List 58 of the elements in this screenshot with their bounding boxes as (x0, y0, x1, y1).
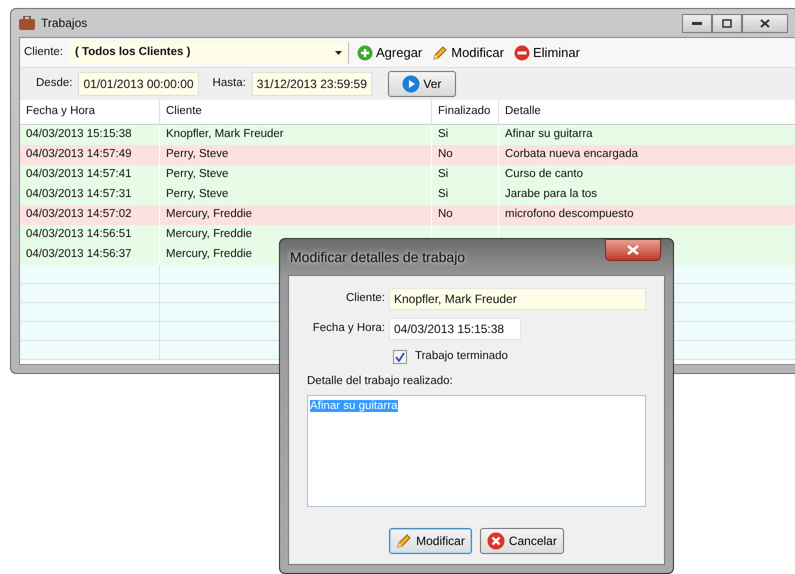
table-cell: Afinar su guitarra (499, 125, 795, 145)
delete-button[interactable]: Eliminar (512, 42, 582, 62)
table-cell: Perry, Steve (160, 185, 432, 205)
pencil-icon (432, 44, 448, 60)
close-button[interactable] (742, 14, 788, 32)
from-label: Desde: (36, 76, 72, 92)
table-cell: Mercury, Freddie (160, 205, 432, 225)
table-cell: Si (432, 185, 499, 205)
add-button[interactable]: Agregar (355, 42, 424, 62)
client-label: Cliente: (345, 291, 386, 306)
briefcase-icon (19, 16, 35, 30)
detail-label: Detalle del trabajo realizado: (307, 374, 454, 390)
maximize-icon (722, 18, 732, 28)
close-icon (760, 18, 770, 28)
minimize-icon (692, 22, 702, 24)
modify-button[interactable]: Modificar (389, 528, 472, 554)
table-cell: Perry, Steve (160, 145, 432, 165)
client-field[interactable]: Knopfler, Mark Freuder (389, 288, 646, 310)
table-cell: No (432, 145, 499, 165)
table-cell: Si (432, 165, 499, 185)
table-cell: Jarabe para la tos (499, 185, 795, 205)
to-date-field[interactable]: 31/12/2013 23:59:59 (252, 72, 372, 96)
date-field[interactable]: 04/03/2013 15:15:38 (389, 318, 521, 340)
minus-icon (514, 44, 530, 60)
add-icon (357, 44, 373, 60)
date-label: Fecha y Hora: (312, 321, 386, 336)
dropdown-caret-icon (335, 50, 342, 54)
close-button[interactable] (605, 239, 661, 261)
client-label: Cliente: (24, 44, 63, 60)
table-cell: 04/03/2013 15:15:38 (20, 125, 160, 145)
edit-button[interactable]: Modificar (430, 42, 506, 62)
table-cell: 04/03/2013 14:57:49 (20, 145, 160, 165)
play-icon (402, 75, 420, 93)
checkbox-label: Trabajo terminado (415, 349, 508, 364)
table-cell: 04/03/2013 14:56:51 (20, 225, 160, 245)
table-cell: Knopfler, Mark Freuder (160, 125, 432, 145)
from-date-field[interactable]: 01/01/2013 00:00:00 (78, 72, 199, 96)
table-cell: 04/03/2013 14:57:41 (20, 165, 160, 185)
minimize-button[interactable] (682, 14, 712, 32)
table-cell: No (432, 205, 499, 225)
to-label: Hasta: (212, 76, 246, 92)
cancel-button[interactable]: Cancelar (480, 528, 564, 554)
client-dropdown[interactable]: ( Todos los Clientes ) (69, 42, 349, 64)
pencil-icon (396, 533, 412, 549)
table-cell: 04/03/2013 14:57:31 (20, 185, 160, 205)
view-button[interactable]: Ver (388, 71, 456, 97)
window-title: Trabajos (41, 15, 88, 32)
table-cell: microfono descompuesto (499, 205, 795, 225)
table-cell: Perry, Steve (160, 165, 432, 185)
table-cell: Curso de canto (499, 165, 795, 185)
checkbox[interactable] (393, 350, 407, 364)
cancel-icon (486, 532, 505, 550)
maximize-button[interactable] (712, 14, 742, 32)
table-cell: 04/03/2013 14:56:37 (20, 245, 160, 265)
table-cell: Si (432, 125, 499, 145)
table-cell: Corbata nueva encargada (499, 145, 795, 165)
table-cell: 04/03/2013 14:57:02 (20, 205, 160, 225)
close-icon (627, 245, 639, 255)
